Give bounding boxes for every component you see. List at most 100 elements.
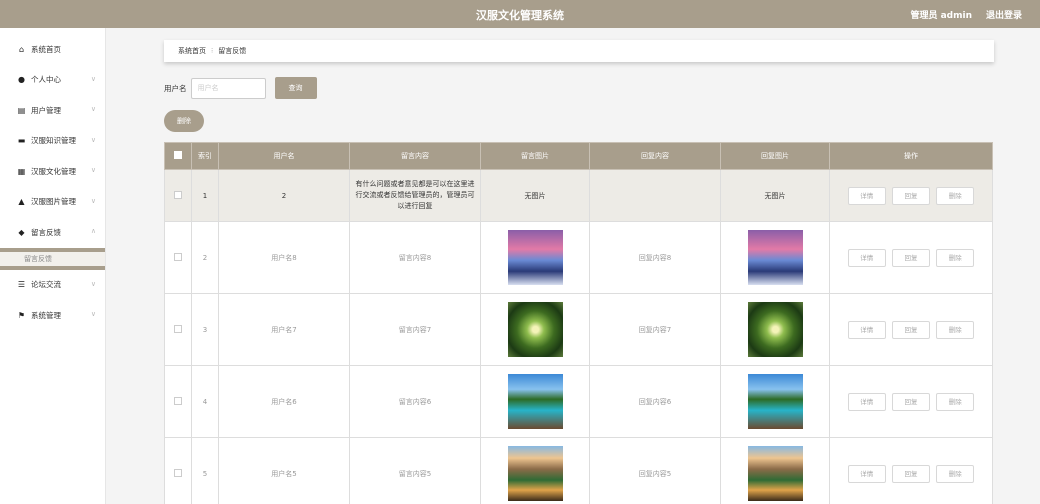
mountain-lake-image[interactable] xyxy=(507,446,563,501)
sidebar-item-images[interactable]: ▲ 汉服图片管理 ∨ xyxy=(0,187,105,218)
row-content: 留言内容7 xyxy=(349,293,481,366)
user-icon: ● xyxy=(18,75,25,85)
sidebar-item-label: 论坛交流 xyxy=(31,280,61,290)
row-index: 2 xyxy=(191,221,219,294)
row-content: 留言内容8 xyxy=(349,221,481,294)
sidebar-item-forum[interactable]: ☰ 论坛交流 ∨ xyxy=(0,270,105,301)
reply-button[interactable]: 回复 xyxy=(892,248,930,267)
chevron-down-icon: ∨ xyxy=(90,74,96,83)
bulk-delete-button[interactable]: 删除 xyxy=(164,110,204,132)
row-username: 用户名5 xyxy=(218,437,350,504)
sidebar-item-home[interactable]: ⌂ 系统首页 xyxy=(0,34,105,65)
admin-label[interactable]: 管理员 admin xyxy=(910,8,972,21)
delete-button[interactable]: 删除 xyxy=(936,320,975,339)
reply-button[interactable]: 回复 xyxy=(892,320,930,339)
sidebar-item-label: 汉服图片管理 xyxy=(31,197,76,207)
row-username: 2 xyxy=(218,169,350,222)
winter-sunset-image[interactable] xyxy=(747,230,803,285)
sidebar: ⌂ 系统首页 ● 个人中心 ∨ ▤ 用户管理 ∨ ▬ 汉服知识管理 ∨ ▦ 汉服… xyxy=(0,28,106,504)
row-reply-image xyxy=(720,221,830,294)
row-image xyxy=(480,221,590,294)
flag-icon: ⚑ xyxy=(17,310,26,320)
sidebar-item-label: 留言反馈 xyxy=(31,227,61,237)
chevron-up-icon: ∧ xyxy=(90,227,96,235)
comment-icon: ▬ xyxy=(17,136,26,146)
mountain-lake-image[interactable] xyxy=(747,446,803,501)
detail-button[interactable]: 详情 xyxy=(847,464,886,483)
chevron-down-icon: ∨ xyxy=(90,105,96,113)
winter-sunset-image[interactable] xyxy=(507,230,563,285)
search-input[interactable] xyxy=(190,77,266,99)
reply-button[interactable]: 回复 xyxy=(892,186,930,205)
select-all-checkbox[interactable] xyxy=(164,142,192,170)
sidebar-item-culture[interactable]: ▦ 汉服文化管理 ∨ xyxy=(0,156,105,187)
row-image xyxy=(480,437,590,504)
table-row: 3 用户名7 留言内容7 回复内容7 详情 回复 删除 xyxy=(164,293,993,366)
delete-button[interactable]: 删除 xyxy=(936,464,975,483)
search-button[interactable]: 查询 xyxy=(274,77,317,99)
column-header: 回复图片 xyxy=(720,142,830,170)
detail-button[interactable]: 详情 xyxy=(847,186,886,205)
row-image xyxy=(480,365,590,438)
detail-button[interactable]: 详情 xyxy=(847,320,886,339)
column-header: 索引 xyxy=(191,142,219,170)
bank-icon: ▲ xyxy=(18,197,25,207)
lake-pier-image[interactable] xyxy=(507,374,563,429)
chevron-down-icon: ∨ xyxy=(90,196,96,205)
row-checkbox[interactable] xyxy=(164,365,192,438)
row-actions: 详情 回复 删除 xyxy=(829,437,993,504)
row-checkbox[interactable] xyxy=(164,169,192,222)
column-header: 留言内容 xyxy=(349,142,481,170)
breadcrumb-home[interactable]: 系统首页 xyxy=(178,46,206,56)
row-content: 留言内容6 xyxy=(349,365,481,438)
row-reply: 回复内容7 xyxy=(589,293,721,366)
row-index: 3 xyxy=(191,293,219,366)
sidebar-item-knowledge[interactable]: ▬ 汉服知识管理 ∨ xyxy=(0,126,105,157)
forest-canopy-image[interactable] xyxy=(747,302,803,357)
row-reply-image xyxy=(720,365,830,438)
row-reply-image xyxy=(720,437,830,504)
row-actions: 详情 回复 删除 xyxy=(829,293,993,366)
logout-button[interactable]: 退出登录 xyxy=(986,8,1022,21)
sidebar-item-label: 汉服知识管理 xyxy=(31,136,76,146)
grid-icon: ▦ xyxy=(17,166,26,176)
row-reply: 回复内容6 xyxy=(589,365,721,438)
row-username: 用户名6 xyxy=(218,365,350,438)
lake-pier-image[interactable] xyxy=(747,374,803,429)
row-actions: 详情 回复 删除 xyxy=(829,365,993,438)
table-header-row: 索引 用户名 留言内容 留言图片 回复内容 回复图片 操作 xyxy=(164,142,993,170)
sidebar-item-label: 系统首页 xyxy=(31,44,61,54)
sidebar-item-feedback[interactable]: ◆ 留言反馈 ∧ xyxy=(0,217,105,248)
reply-button[interactable]: 回复 xyxy=(892,392,930,411)
row-index: 4 xyxy=(191,365,219,438)
feedback-table: 索引 用户名 留言内容 留言图片 回复内容 回复图片 操作 1 2 有什么问题或… xyxy=(164,142,993,504)
row-reply-image-text: 无图片 xyxy=(720,169,830,222)
delete-button[interactable]: 删除 xyxy=(936,248,975,267)
detail-button[interactable]: 详情 xyxy=(847,248,886,267)
search-label: 用户名 xyxy=(164,83,187,93)
delete-button[interactable]: 删除 xyxy=(936,392,975,411)
reply-button[interactable]: 回复 xyxy=(892,464,930,483)
chevron-down-icon: ∨ xyxy=(90,135,96,144)
chevron-down-icon: ∨ xyxy=(90,166,96,174)
row-reply-image xyxy=(720,293,830,366)
table-row: 4 用户名6 留言内容6 回复内容6 详情 回复 删除 xyxy=(164,365,993,438)
row-actions: 详情 回复 删除 xyxy=(829,221,993,294)
sidebar-item-system[interactable]: ⚑ 系统管理 ∨ xyxy=(0,300,105,331)
breadcrumb-separator: ⁝ xyxy=(211,47,214,55)
chevron-down-icon: ∨ xyxy=(90,310,96,318)
sidebar-item-profile[interactable]: ● 个人中心 ∨ xyxy=(0,65,105,96)
row-actions: 详情 回复 删除 xyxy=(829,169,993,222)
breadcrumb-current: 留言反馈 xyxy=(218,47,247,55)
row-checkbox[interactable] xyxy=(164,293,192,366)
row-checkbox[interactable] xyxy=(164,221,192,294)
detail-button[interactable]: 详情 xyxy=(847,392,886,411)
submenu-item-feedback[interactable]: 留言反馈 xyxy=(0,247,105,270)
delete-button[interactable]: 删除 xyxy=(936,186,975,205)
row-checkbox[interactable] xyxy=(164,437,192,504)
sidebar-item-label: 系统管理 xyxy=(31,310,61,320)
forest-canopy-image[interactable] xyxy=(507,302,563,357)
sidebar-item-users[interactable]: ▤ 用户管理 ∨ xyxy=(0,95,105,126)
row-image xyxy=(480,293,590,366)
column-header: 回复内容 xyxy=(589,142,721,170)
